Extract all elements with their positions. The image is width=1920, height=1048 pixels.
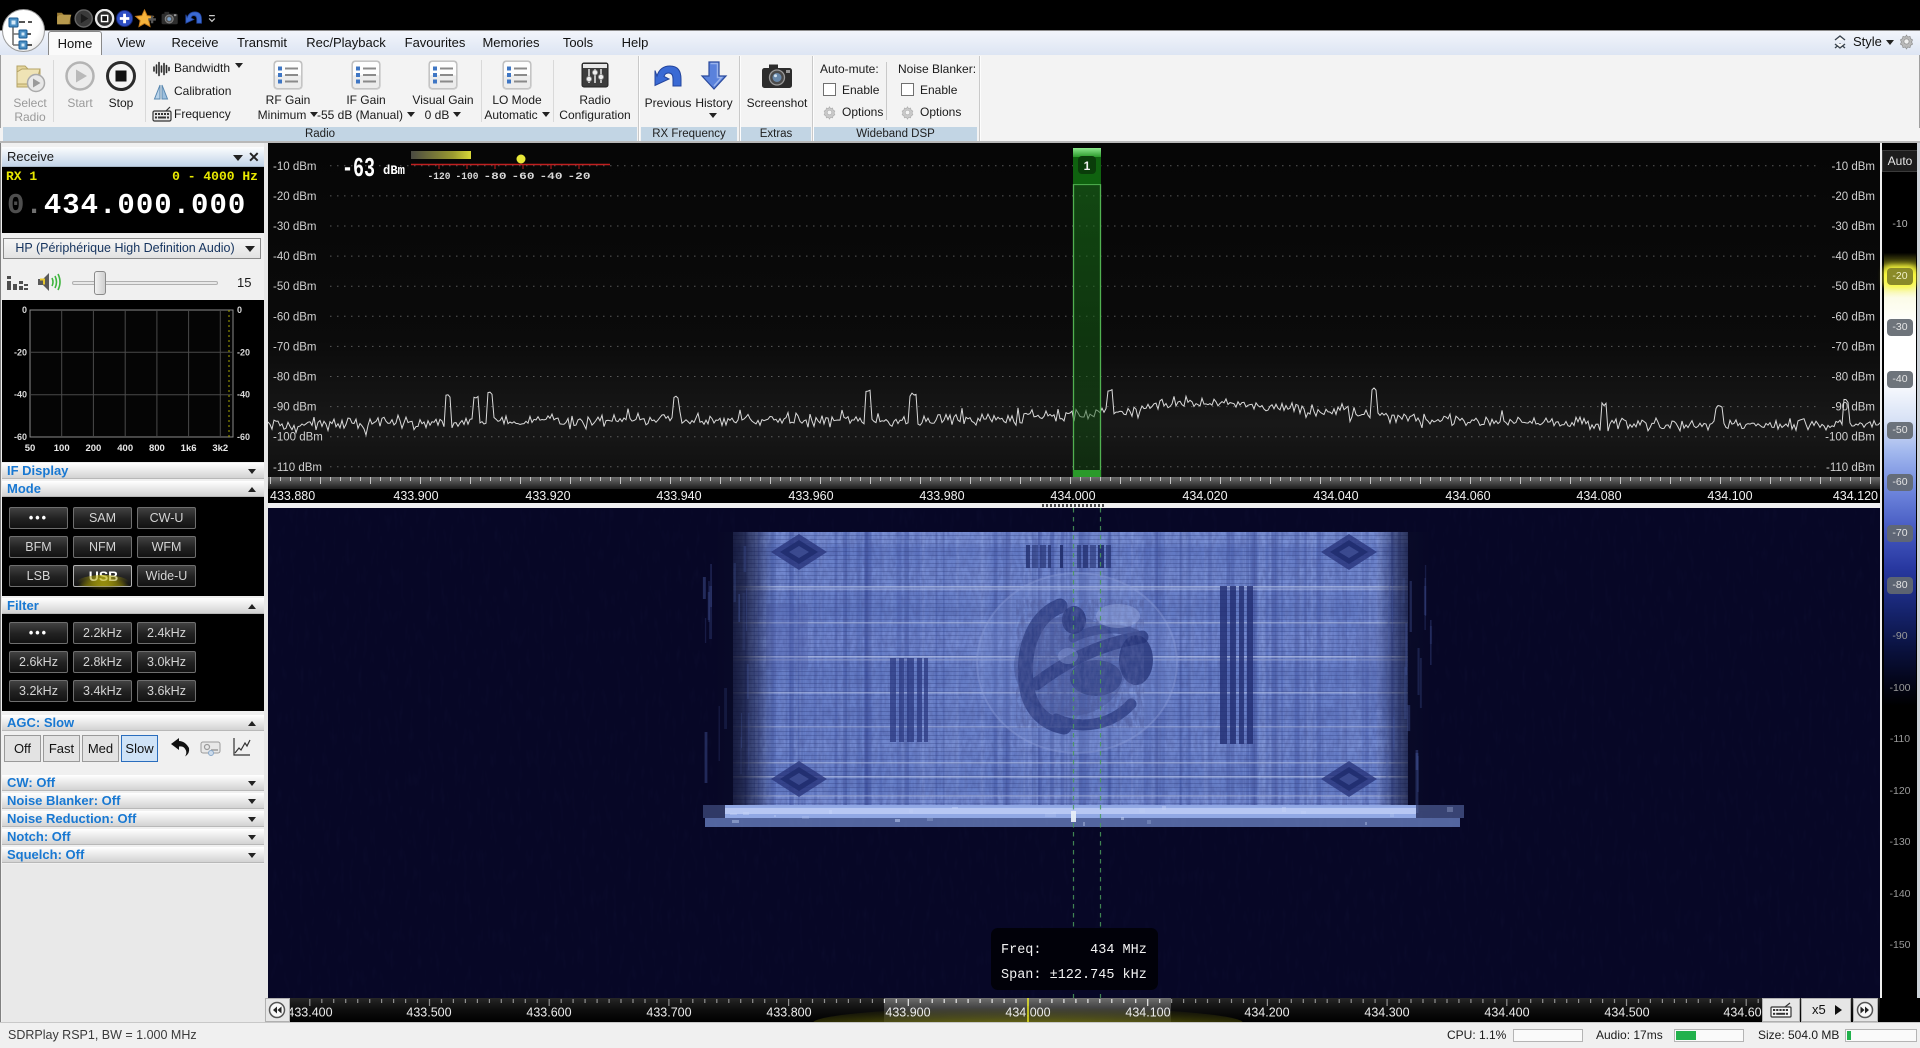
svg-text:-20 dBm: -20 dBm <box>1832 191 1875 203</box>
svg-text:dBm: dBm <box>383 163 405 178</box>
svg-text:434.400: 434.400 <box>1484 1006 1529 1020</box>
svg-text:433.920: 433.920 <box>525 489 570 503</box>
svg-text:434.080: 434.080 <box>1576 489 1621 503</box>
svg-text:-40 dBm: -40 dBm <box>1832 251 1875 263</box>
svg-text:433.900: 433.900 <box>885 1006 930 1020</box>
svg-text:3k2: 3k2 <box>212 443 228 454</box>
svg-text:200: 200 <box>85 443 101 454</box>
svg-text:433.980: 433.980 <box>919 489 964 503</box>
svg-text:434.040: 434.040 <box>1313 489 1358 503</box>
svg-text:-30 dBm: -30 dBm <box>1832 221 1875 233</box>
svg-text:434.500: 434.500 <box>1604 1006 1649 1020</box>
svg-text:800: 800 <box>149 443 165 454</box>
svg-text:434.020: 434.020 <box>1182 489 1227 503</box>
svg-text:-100: -100 <box>456 172 479 183</box>
svg-text:434.000: 434.000 <box>1050 489 1095 503</box>
svg-text:-60 dBm: -60 dBm <box>273 311 316 323</box>
svg-text:1: 1 <box>1084 159 1091 173</box>
svg-text:-100 dBm: -100 dBm <box>273 432 323 444</box>
svg-text:434.300: 434.300 <box>1364 1006 1409 1020</box>
svg-text:433.940: 433.940 <box>656 489 701 503</box>
svg-text:-63: -63 <box>342 155 375 185</box>
svg-text:1k6: 1k6 <box>181 443 197 454</box>
svg-text:-90 dBm: -90 dBm <box>1832 402 1875 414</box>
svg-text:434.100: 434.100 <box>1707 489 1752 503</box>
svg-text:433.900: 433.900 <box>393 489 438 503</box>
svg-text:-40: -40 <box>14 390 27 400</box>
svg-text:-20: -20 <box>14 347 27 357</box>
svg-text:-100 dBm: -100 dBm <box>1825 432 1875 444</box>
svg-text:-110 dBm: -110 dBm <box>273 462 322 474</box>
svg-text:-90 dBm: -90 dBm <box>273 402 316 414</box>
svg-text:433.880: 433.880 <box>270 489 315 503</box>
svg-text:434.200: 434.200 <box>1244 1006 1289 1020</box>
svg-text:433.800: 433.800 <box>766 1006 811 1020</box>
svg-text:-120: -120 <box>428 172 451 183</box>
svg-text:-50 dBm: -50 dBm <box>1832 281 1875 293</box>
svg-text:433.400: 433.400 <box>287 1006 332 1020</box>
svg-text:Freq: 434 MHz: Freq: 434 MHz <box>1001 943 1147 958</box>
svg-text:0: 0 <box>237 305 242 315</box>
svg-text:400: 400 <box>117 443 133 454</box>
svg-text:433.600: 433.600 <box>526 1006 571 1020</box>
svg-text:-40 dBm: -40 dBm <box>273 251 316 263</box>
svg-text:-10 dBm: -10 dBm <box>273 161 316 173</box>
svg-text:-70 dBm: -70 dBm <box>273 341 316 353</box>
svg-text:433.700: 433.700 <box>646 1006 691 1020</box>
svg-text:-60: -60 <box>237 432 250 442</box>
svg-text:434.060: 434.060 <box>1445 489 1490 503</box>
svg-text:-20: -20 <box>568 172 591 183</box>
svg-text:434.120: 434.120 <box>1833 489 1878 503</box>
svg-text:433.500: 433.500 <box>406 1006 451 1020</box>
svg-text:-20 dBm: -20 dBm <box>273 191 316 203</box>
svg-text:433.960: 433.960 <box>788 489 833 503</box>
svg-text:-60: -60 <box>14 432 27 442</box>
svg-text:-50 dBm: -50 dBm <box>273 281 316 293</box>
svg-text:100: 100 <box>54 443 70 454</box>
svg-text:-60: -60 <box>512 172 535 183</box>
svg-text:-110 dBm: -110 dBm <box>1826 462 1875 474</box>
svg-text:-80 dBm: -80 dBm <box>273 372 316 384</box>
svg-text:-30 dBm: -30 dBm <box>273 221 316 233</box>
svg-text:-40: -40 <box>237 390 250 400</box>
svg-text:-10 dBm: -10 dBm <box>1832 161 1875 173</box>
svg-text:-80: -80 <box>484 172 507 183</box>
svg-text:-80 dBm: -80 dBm <box>1832 372 1875 384</box>
svg-text:-60 dBm: -60 dBm <box>1832 311 1875 323</box>
svg-text:50: 50 <box>25 443 36 454</box>
svg-text:-40: -40 <box>540 172 563 183</box>
svg-text:434.100: 434.100 <box>1125 1006 1170 1020</box>
svg-text:0: 0 <box>22 305 27 315</box>
svg-text:-20: -20 <box>237 347 250 357</box>
svg-text:-70 dBm: -70 dBm <box>1832 341 1875 353</box>
svg-text:Span: ±122.745 kHz: Span: ±122.745 kHz <box>1001 968 1147 983</box>
